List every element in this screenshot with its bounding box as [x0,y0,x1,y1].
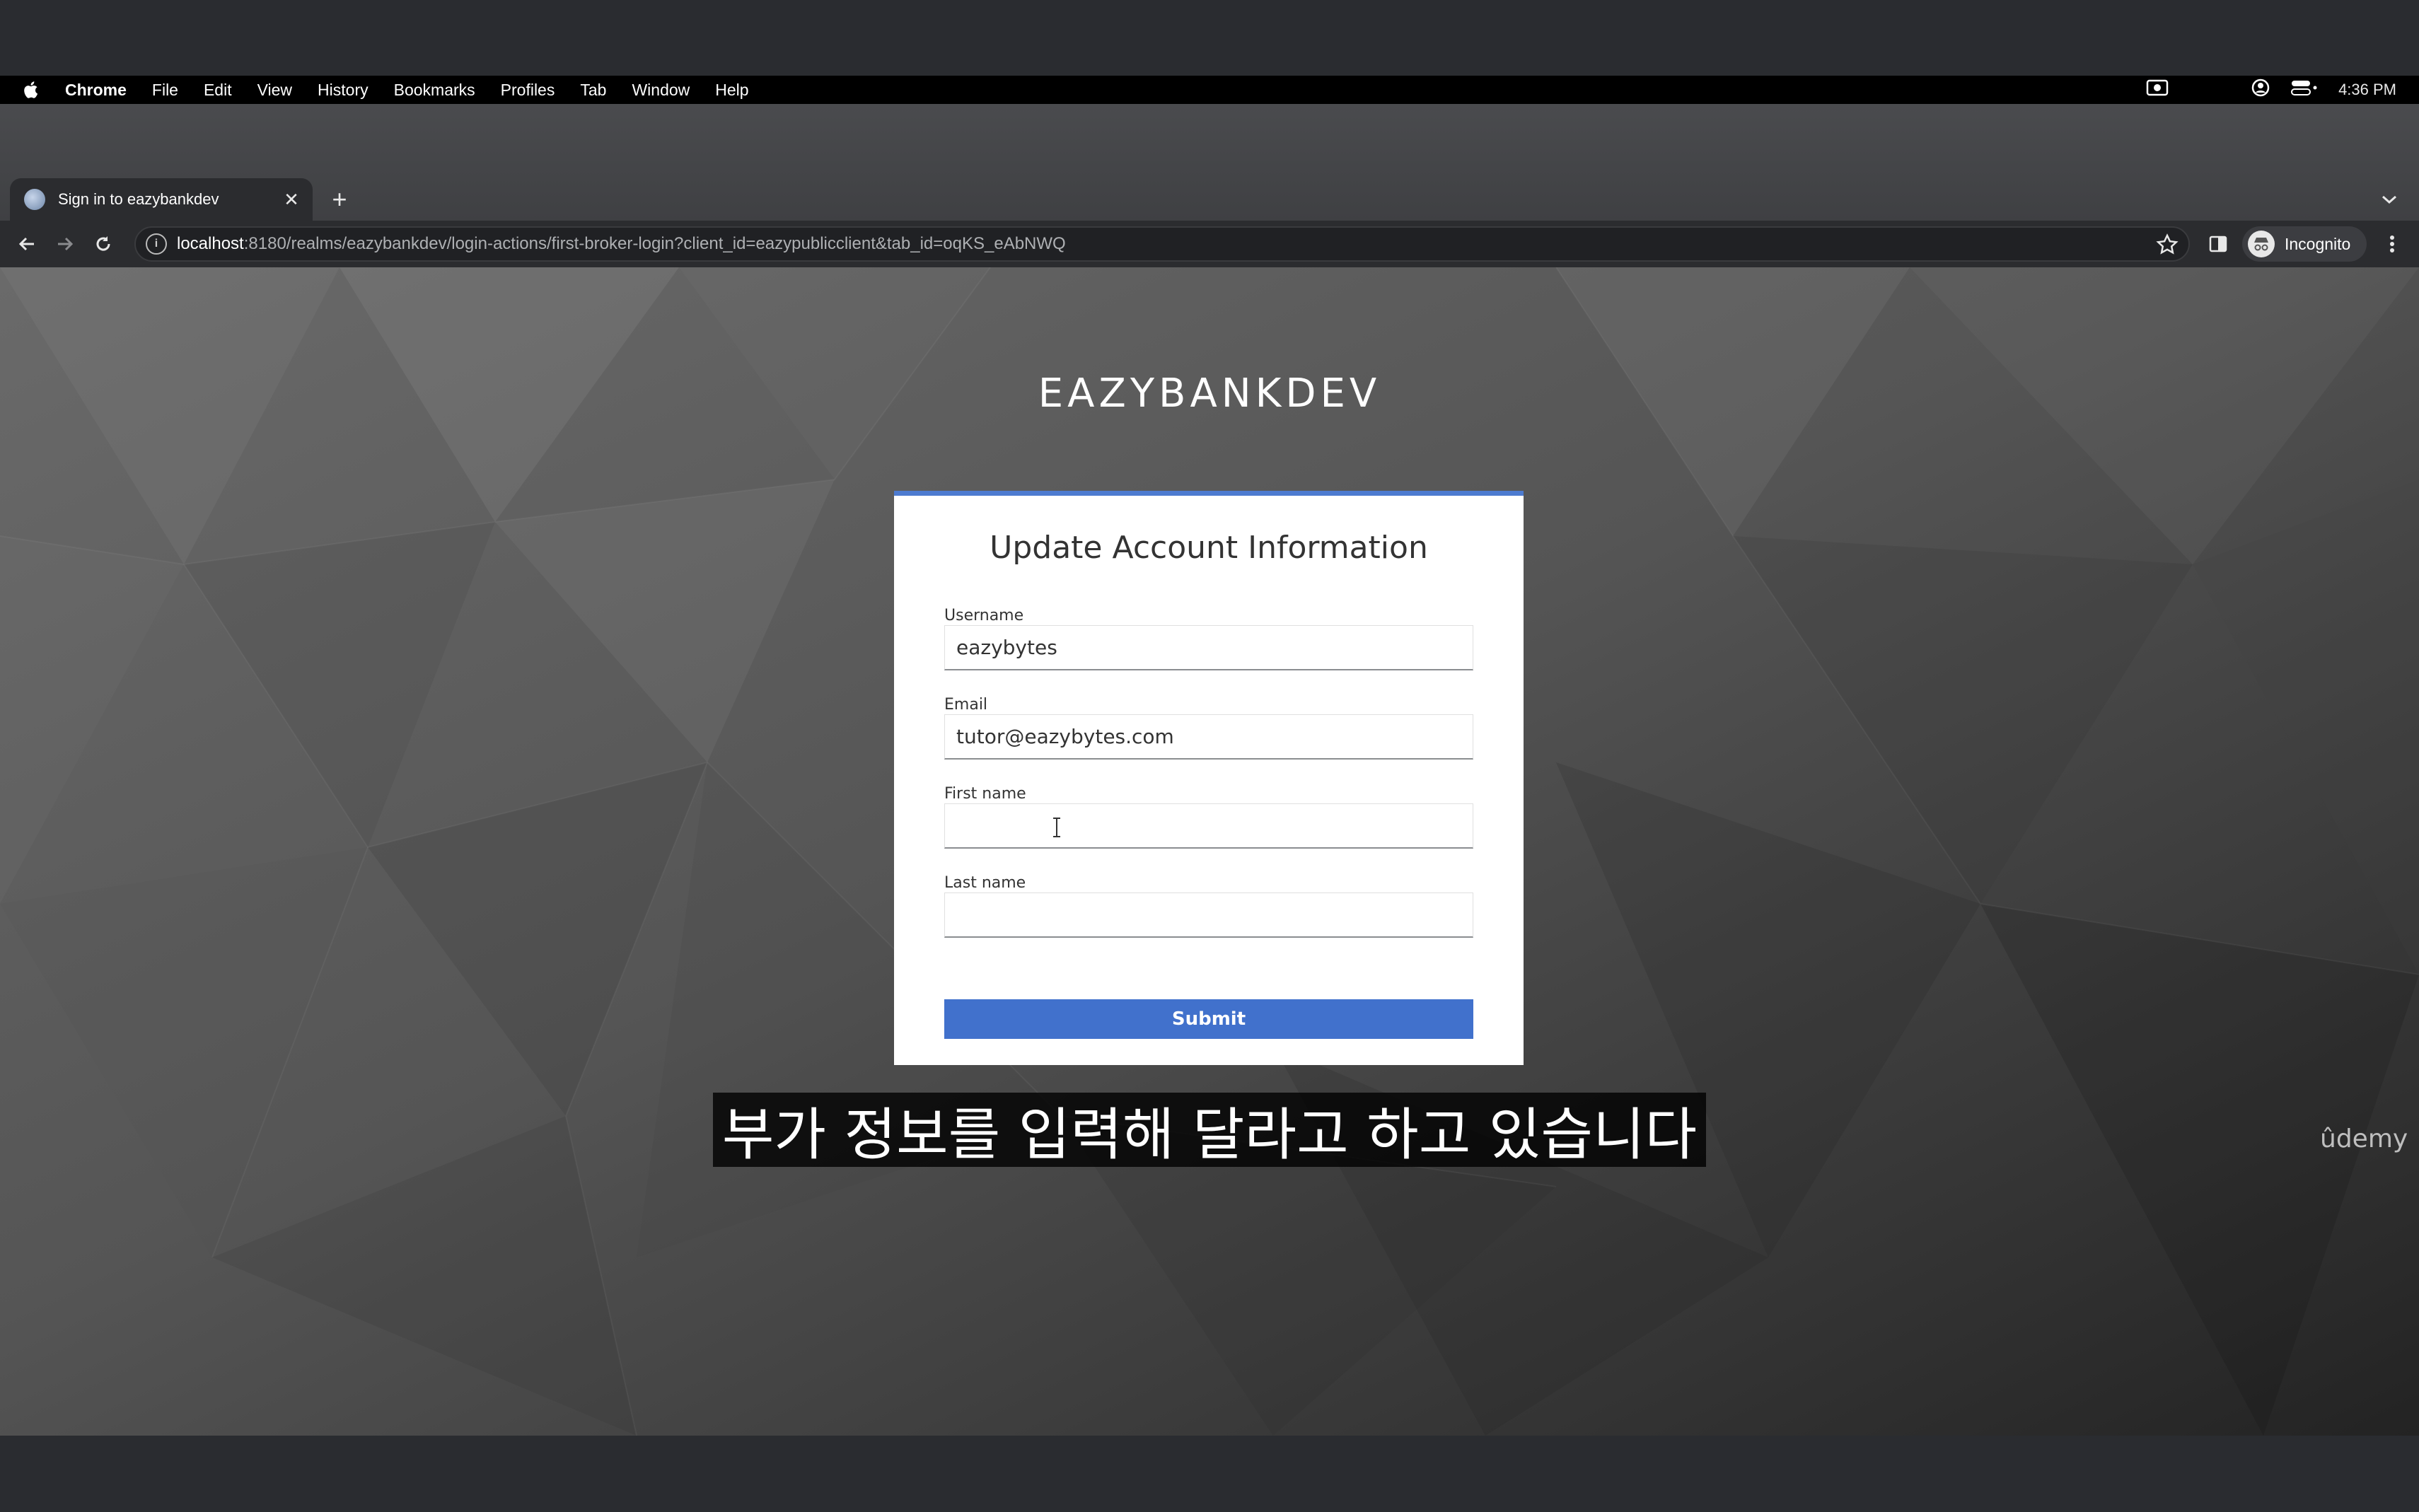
tab-search-chevron-icon[interactable] [2375,185,2403,214]
control-center-icon[interactable] [2290,78,2319,101]
apple-icon[interactable] [23,79,41,100]
macos-menu-bar: Chrome File Edit View History Bookmarks … [0,76,2419,104]
menu-window[interactable]: Window [632,81,690,100]
video-letterbox-bottom [0,1436,2419,1512]
menu-help[interactable]: Help [715,81,748,100]
udemy-watermark: ûdemy [2320,1124,2408,1153]
tab-title: Sign in to eazybankdev [58,190,219,208]
menu-profiles[interactable]: Profiles [501,81,555,100]
browser-tab-strip [0,104,2419,221]
video-letterbox-top [0,0,2419,76]
menu-edit[interactable]: Edit [204,81,232,100]
url-path: :8180/realms/eazybankdev/login-actions/f… [243,234,1066,253]
menu-view[interactable]: View [257,81,292,100]
first-name-field[interactable] [944,803,1473,849]
browser-tab-active[interactable]: Sign in to eazybankdev ✕ [10,178,313,221]
update-account-card: Update Account Information Username eazy… [894,491,1524,1065]
incognito-profile-button[interactable]: Incognito [2242,226,2367,262]
menu-bar-clock[interactable]: 4:36 PM [2338,81,2396,99]
favicon-icon [24,189,45,210]
last-name-label: Last name [944,874,1026,892]
video-subtitle: 부가 정보를 입력해 달라고 하고 있습니다 [713,1093,1706,1168]
submit-button[interactable]: Submit [944,999,1473,1039]
email-label: Email [944,696,988,714]
address-bar[interactable]: i localhost:8180/realms/eazybankdev/logi… [134,226,2190,262]
menu-tab[interactable]: Tab [580,81,606,100]
username-field[interactable]: eazybytes [944,625,1473,670]
menu-file[interactable]: File [152,81,178,100]
screen-record-icon[interactable] [2146,78,2169,101]
text-cursor-icon [1053,818,1060,837]
username-label: Username [944,607,1024,624]
incognito-label: Incognito [2285,234,2351,253]
menu-app-chrome[interactable]: Chrome [65,81,127,100]
user-account-icon[interactable] [2251,78,2270,102]
incognito-icon [2248,231,2275,257]
card-title: Update Account Information [990,530,1428,566]
url-host: localhost [177,234,244,253]
site-info-icon[interactable]: i [146,233,167,255]
realm-title: EAZYBANKDEV [1038,371,1381,417]
menu-history[interactable]: History [318,81,369,100]
close-tab-icon[interactable]: ✕ [277,185,306,214]
menu-bookmarks[interactable]: Bookmarks [394,81,475,100]
new-tab-button[interactable]: + [325,185,354,214]
last-name-field[interactable] [944,892,1473,938]
page-viewport: EAZYBANKDEV Update Account Information U… [0,267,2419,1436]
chrome-menu-icon[interactable] [2377,228,2408,260]
first-name-label: First name [944,785,1026,803]
reload-icon[interactable] [88,228,119,260]
forward-arrow-icon[interactable] [50,228,81,260]
email-field[interactable]: tutor@eazybytes.com [944,714,1473,760]
menu-bar-status-area: 4:36 PM [2146,76,2396,104]
back-arrow-icon[interactable] [11,228,42,260]
side-panel-icon[interactable] [2203,228,2234,260]
bookmark-star-icon[interactable] [2156,233,2179,256]
browser-toolbar: i localhost:8180/realms/eazybankdev/logi… [0,221,2419,267]
